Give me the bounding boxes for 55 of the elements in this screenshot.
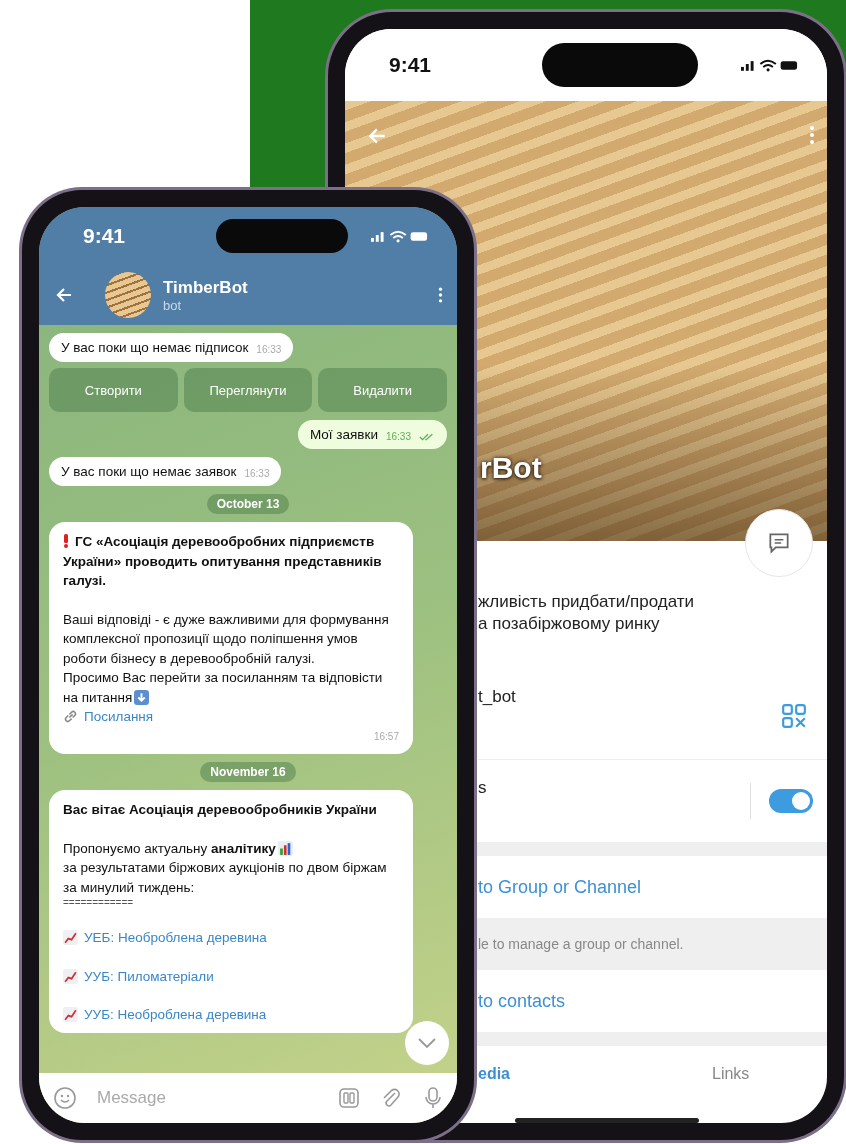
- chat-title: TimberBot: [163, 277, 248, 298]
- link-icon: [63, 709, 78, 725]
- trend-chart-icon: [63, 930, 78, 946]
- chat-bubble-icon: [766, 530, 792, 556]
- date-pill: November 16: [200, 762, 296, 782]
- more-icon[interactable]: [809, 125, 815, 145]
- date-pill: October 13: [206, 494, 290, 514]
- status-time: 9:41: [389, 53, 433, 77]
- scroll-down-button[interactable]: [405, 1021, 449, 1065]
- message-text: У вас поки що немає заявок: [61, 464, 237, 479]
- message-link[interactable]: УУБ: Необроблена деревина: [84, 1005, 267, 1025]
- status-time: 9:41: [83, 224, 127, 248]
- action-link[interactable]: to contacts: [478, 990, 566, 1012]
- message-text: Мої заявки: [309, 427, 378, 442]
- message-text: Просимо Вас перейти за посиланням та відповісти на питання: [63, 670, 383, 705]
- bio-text: жливість придбати/продати: [478, 591, 694, 613]
- media-tab[interactable]: edia: [478, 1065, 510, 1083]
- message-text: Ваші відповіді - є дуже важливими для формування комплексної пропозиції щодо поліпшення умов роботи бізнесу в деревообробній галузі.: [63, 610, 390, 668]
- media-tab[interactable]: Links: [712, 1065, 750, 1083]
- message-time: 16:33: [385, 431, 411, 442]
- exclamation-icon: [63, 534, 69, 548]
- trend-chart-icon: [63, 1007, 78, 1023]
- message-text: У вас поки що немає підписок: [61, 340, 249, 355]
- message-text: за результатами біржових аукціонів по двом біржам за минулий тиждень:: [63, 859, 388, 897]
- hint-text: le to manage a group or channel.: [478, 936, 684, 952]
- bar-chart-icon: [277, 840, 293, 856]
- emoji-icon[interactable]: [53, 1086, 77, 1110]
- message-link[interactable]: УУБ: Пиломатеріали: [84, 966, 214, 986]
- message-time: 16:33: [256, 344, 282, 355]
- notifications-toggle[interactable]: [769, 789, 813, 813]
- bot-button[interactable]: Видалити: [318, 368, 447, 412]
- chat-subtitle: bot: [163, 297, 182, 313]
- status-icons: [741, 58, 799, 72]
- username-text: t_bot: [478, 687, 516, 707]
- separator-text: ============: [63, 897, 135, 909]
- bot-button[interactable]: Створити: [49, 368, 178, 412]
- message-text: ГС «Асоціація деревообробних підприємств України» проводить опитування представників галузі.: [63, 534, 382, 588]
- action-link[interactable]: to Group or Channel: [478, 876, 642, 898]
- bio-text: а позабіржовому ринку: [478, 613, 660, 635]
- message-time: 16:57: [373, 729, 399, 744]
- profile-name: rBot: [480, 451, 542, 485]
- trend-chart-icon: [63, 968, 78, 984]
- avatar-photo: [105, 272, 151, 318]
- more-icon[interactable]: [438, 286, 443, 304]
- message-link[interactable]: Посилання: [84, 707, 154, 727]
- notifications-label: s: [478, 778, 487, 798]
- bot-button[interactable]: Переглянути: [183, 368, 313, 412]
- message-text: Вас вітає Асоціація деревообробників України: [63, 801, 378, 819]
- chevron-down-icon: [417, 1037, 437, 1049]
- message-text: Пропонуємо актуальну аналітику: [63, 840, 276, 856]
- message-time: 16:33: [244, 468, 270, 479]
- bot-menu-icon[interactable]: [337, 1086, 361, 1110]
- message-link[interactable]: УЕБ: Необроблена деревина: [84, 928, 267, 948]
- qr-code-icon[interactable]: [781, 703, 807, 729]
- status-icons: [371, 229, 429, 243]
